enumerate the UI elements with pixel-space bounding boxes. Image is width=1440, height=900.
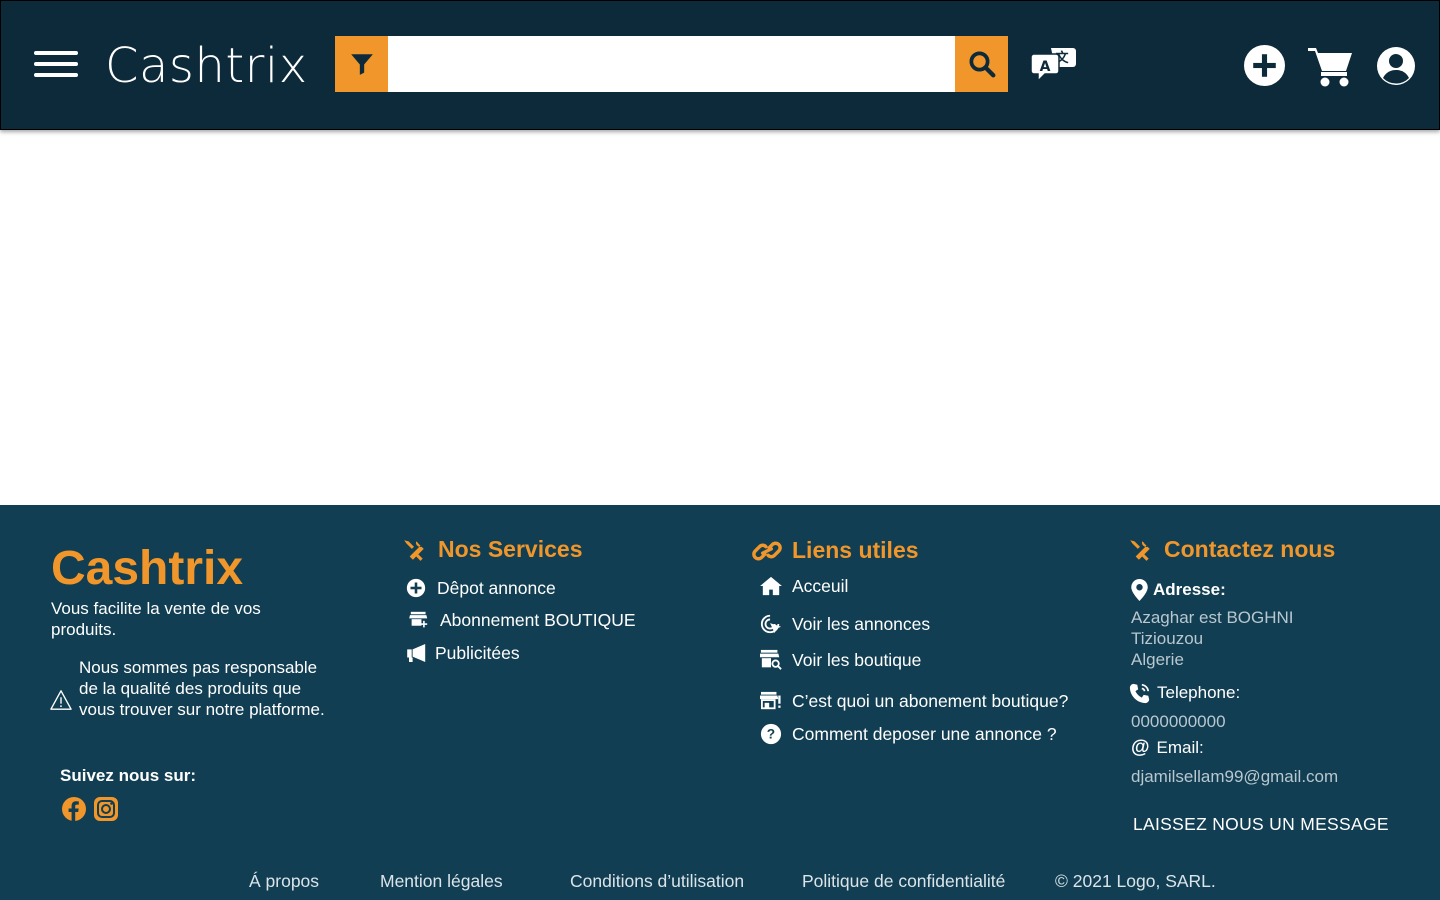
- address-line: Algerie: [1131, 650, 1184, 669]
- service-link-depot-annonce[interactable]: Dêpot annonce: [405, 577, 556, 599]
- service-link-abonnement[interactable]: Abonnement BOUTIQUE: [408, 609, 636, 631]
- link-label: Comment deposer une annonce ?: [792, 723, 1057, 744]
- translate-button[interactable]: 文 A: [1030, 45, 1077, 85]
- tools-icon: [404, 539, 424, 561]
- link-voir-boutique[interactable]: Voir les boutique: [760, 649, 921, 671]
- link-label: Voir les annonces: [792, 613, 931, 634]
- add-listing-button[interactable]: [1244, 45, 1285, 86]
- filter-icon: [350, 54, 373, 75]
- address-line: Tiziouzou: [1131, 629, 1204, 648]
- translate-icon: 文 A: [1030, 48, 1076, 83]
- site-footer: Cashtrix Vous facilite la vente de vos p…: [0, 505, 1440, 900]
- search-input[interactable]: [388, 36, 955, 92]
- svg-text:?: ?: [767, 727, 775, 742]
- store-alert-icon: [760, 691, 781, 710]
- email-label: @ Email:: [1131, 737, 1204, 759]
- footer-brand: Cashtrix: [51, 542, 244, 595]
- brand-logo[interactable]: Cashtrix: [105, 38, 308, 94]
- menu-icon[interactable]: [34, 49, 78, 79]
- add-circle-icon: [1244, 45, 1285, 86]
- top-navbar: Cashtrix 文 A: [0, 0, 1440, 130]
- email-label-text: Email:: [1156, 738, 1204, 757]
- address-label: Adresse:: [1130, 579, 1226, 601]
- phone-label-text: Telephone:: [1157, 683, 1241, 702]
- user-account-icon: [1377, 47, 1415, 85]
- link-icon: [752, 541, 782, 560]
- links-heading-text: Liens utiles: [792, 537, 919, 563]
- home-icon: [760, 576, 782, 596]
- svg-text:A: A: [1040, 59, 1051, 75]
- bottom-link-mentions-legales[interactable]: Mention légales: [380, 871, 503, 892]
- links-heading: Liens utiles: [752, 537, 919, 564]
- facebook-icon[interactable]: [62, 797, 86, 821]
- phone-value: 0000000000: [1131, 712, 1226, 731]
- copyright: © 2021 Logo, SARL.: [1055, 871, 1216, 891]
- leave-message-button[interactable]: LAISSEZ NOUS UN MESSAGE: [1133, 814, 1389, 835]
- phone-icon: [1129, 683, 1150, 704]
- services-heading-text: Nos Services: [438, 536, 583, 562]
- warning-icon: [50, 690, 72, 710]
- footer-tagline: Vous facilite la vente de vos produits.: [51, 599, 261, 639]
- bottom-link-confidentialite[interactable]: Politique de confidentialité: [802, 871, 1005, 892]
- link-label: C’est quoi un abonement boutique?: [792, 690, 1069, 711]
- service-link-label: Publicitées: [435, 642, 520, 663]
- bottom-link-a-propos[interactable]: Á propos: [249, 871, 319, 892]
- contact-heading: Contactez nous: [1126, 536, 1335, 563]
- footer-disclaimer: Nous sommes pas responsable de la qualit…: [79, 658, 325, 719]
- tools-icon: [1130, 539, 1150, 561]
- address-value: Azaghar est BOGHNI Tiziouzou Algerie: [1131, 607, 1294, 670]
- link-label: Voir les boutique: [792, 649, 922, 670]
- link-voir-annonces[interactable]: Voir les annonces: [760, 613, 930, 635]
- cursor-click-icon: [760, 614, 782, 634]
- contact-heading-text: Contactez nous: [1164, 536, 1336, 562]
- store-search-icon: [760, 649, 782, 670]
- cart-button[interactable]: [1308, 45, 1354, 87]
- bottom-link-conditions[interactable]: Conditions d’utilisation: [570, 871, 744, 892]
- link-label: Acceuil: [792, 575, 849, 596]
- link-acceuil[interactable]: Acceuil: [760, 575, 848, 597]
- service-link-label: Dêpot annonce: [437, 577, 556, 598]
- email-value[interactable]: djamilsellam99@gmail.com: [1131, 766, 1338, 787]
- address-line: Azaghar est BOGHNI: [1131, 608, 1294, 627]
- cart-icon: [1308, 48, 1352, 87]
- follow-us-label: Suivez nous sur:: [60, 766, 197, 785]
- search-button[interactable]: [955, 36, 1008, 92]
- phone-label: Telephone:: [1129, 682, 1240, 704]
- at-icon: @: [1131, 737, 1150, 758]
- store-add-icon: [409, 611, 428, 628]
- address-label-text: Adresse:: [1153, 580, 1226, 599]
- add-circle-icon: [406, 578, 426, 598]
- link-deposer-annonce[interactable]: ? Comment deposer une annonce ?: [760, 723, 1057, 745]
- search-icon: [969, 51, 995, 78]
- service-link-label: Abonnement BOUTIQUE: [440, 609, 636, 630]
- location-pin-icon: [1131, 579, 1148, 601]
- user-account-button[interactable]: [1376, 46, 1416, 86]
- link-abonement-boutique[interactable]: C’est quoi un abonement boutique?: [760, 690, 1068, 712]
- services-heading: Nos Services: [400, 536, 582, 563]
- instagram-icon[interactable]: [94, 797, 118, 821]
- filter-button[interactable]: [335, 36, 388, 92]
- help-circle-icon: ?: [760, 723, 782, 745]
- service-link-publicites[interactable]: Publicitées: [407, 642, 520, 664]
- megaphone-icon: [407, 644, 426, 662]
